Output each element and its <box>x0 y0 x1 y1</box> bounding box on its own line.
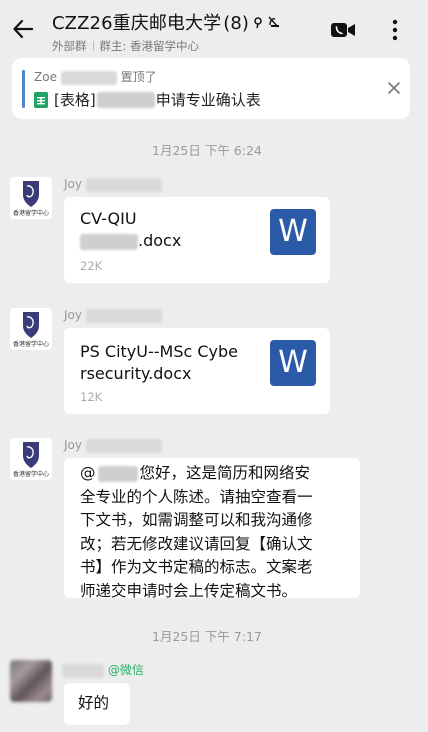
redacted-name <box>85 308 162 323</box>
file-message-card[interactable]: CV-QIU .docx 22K W <box>64 197 330 283</box>
pinned-content: [表格] 申请专业确认表 <box>34 89 261 110</box>
avatar[interactable]: 香港留学中心 <box>10 177 52 219</box>
redacted-text <box>80 233 138 250</box>
video-call-icon[interactable] <box>330 20 356 40</box>
chat-subtitle: 外部群 群主: 香港留学中心 <box>52 38 199 54</box>
message-line: 师递交申请时会上传定稿文书。 <box>80 581 298 600</box>
external-group-label: 外部群 <box>52 39 87 53</box>
avatar[interactable]: 香港留学中心 <box>10 308 52 350</box>
divider <box>92 41 94 51</box>
message-line: 书】作为文书定稿的标志。文案老 <box>80 558 313 576</box>
sender-label: Joy <box>64 438 82 452</box>
spreadsheet-icon <box>34 91 48 108</box>
file-name: PS CityU--MSc Cybe rsecurity.docx <box>80 341 238 385</box>
text-message-bubble[interactable]: 好的 <box>64 683 130 725</box>
pinned-action: 置顶了 <box>120 70 157 84</box>
file-size: 12K <box>80 390 103 404</box>
file-name-line1: PS CityU--MSc Cybe <box>80 342 238 361</box>
back-arrow-icon[interactable] <box>12 18 34 40</box>
redacted-name <box>62 663 104 678</box>
avatar[interactable]: 香港留学中心 <box>10 438 52 480</box>
pinned-title: 申请专业确认表 <box>155 91 261 109</box>
file-ext: .docx <box>138 231 182 250</box>
message-line-text: 您好，这是简历和网络安 <box>139 464 311 482</box>
redacted-name <box>97 465 138 482</box>
pinned-message-banner[interactable]: Zoe 置顶了 [表格] 申请专业确认表 <box>12 58 410 119</box>
redacted-name <box>85 438 162 453</box>
pinned-by: Zoe 置顶了 <box>34 68 157 85</box>
file-size: 22K <box>80 259 103 273</box>
logo-icon: 香港留学中心 <box>13 181 49 217</box>
logo-icon: 香港留学中心 <box>13 312 49 348</box>
word-file-icon: W <box>270 340 316 386</box>
file-name-line2: rsecurity.docx <box>80 364 192 383</box>
timestamp: 1月25日 下午 7:17 <box>152 629 262 644</box>
redacted-name <box>85 177 162 192</box>
mention-at: @ <box>80 464 96 482</box>
message-text: 好的 <box>78 694 110 712</box>
sender-name: @微信 <box>62 661 144 678</box>
file-name: CV-QIU .docx <box>80 208 181 252</box>
sender-name: Joy <box>64 438 162 453</box>
redacted-text <box>96 91 155 108</box>
wechat-tag: @微信 <box>107 663 144 677</box>
message-line: 改；若无修改建议请回复【确认文 <box>80 534 313 553</box>
mute-icon <box>254 16 279 29</box>
avatar-label: 香港留学中心 <box>13 470 49 478</box>
sender-name: Joy <box>64 308 162 323</box>
redacted-name <box>60 70 117 85</box>
logo-icon: 香港留学中心 <box>13 442 49 478</box>
close-icon[interactable] <box>387 81 401 95</box>
file-message-card[interactable]: PS CityU--MSc Cybe rsecurity.docx 12K W <box>64 328 330 414</box>
pinned-type: [表格] <box>54 91 96 109</box>
chat-title[interactable]: CZZ26重庆邮电大学 (8) <box>52 9 249 35</box>
message-line: @ 您好，这是简历和网络安 <box>80 462 348 486</box>
message-line: 下文书，如需调整可以和我沟通修 <box>80 511 313 529</box>
text-message-bubble[interactable]: @ 您好，这是简历和网络安 全专业的个人陈述。请抽空查看一 下文书，如需调整可以和… <box>64 458 360 600</box>
sender-name: Joy <box>64 177 162 192</box>
word-file-icon: W <box>270 209 316 255</box>
chat-header: CZZ26重庆邮电大学 (8) 外部群 群主: 香港留学中心 <box>0 0 428 60</box>
avatar-label: 香港留学中心 <box>13 209 49 217</box>
pinned-by-name: Zoe <box>34 70 57 84</box>
file-name-line1: CV-QIU <box>80 209 137 228</box>
avatar[interactable] <box>10 660 52 702</box>
group-name: CZZ26重庆邮电大学 <box>52 13 222 34</box>
timestamp: 1月25日 下午 6:24 <box>152 143 262 158</box>
message-text: @ 您好，这是简历和网络安 全专业的个人陈述。请抽空查看一 下文书，如需调整可以和… <box>80 462 348 603</box>
sender-label: Joy <box>64 177 82 191</box>
pin-indicator-bar <box>22 70 25 108</box>
more-vertical-icon[interactable] <box>390 18 400 42</box>
avatar-label: 香港留学中心 <box>13 340 49 348</box>
sender-label: Joy <box>64 308 82 322</box>
message-line: 全专业的个人陈述。请抽空查看一 <box>80 487 313 506</box>
member-count: (8) <box>223 13 250 34</box>
file-name-line2: .docx <box>80 230 181 252</box>
title-status-icons <box>252 14 282 30</box>
group-owner-label: 群主: 香港留学中心 <box>99 39 200 53</box>
